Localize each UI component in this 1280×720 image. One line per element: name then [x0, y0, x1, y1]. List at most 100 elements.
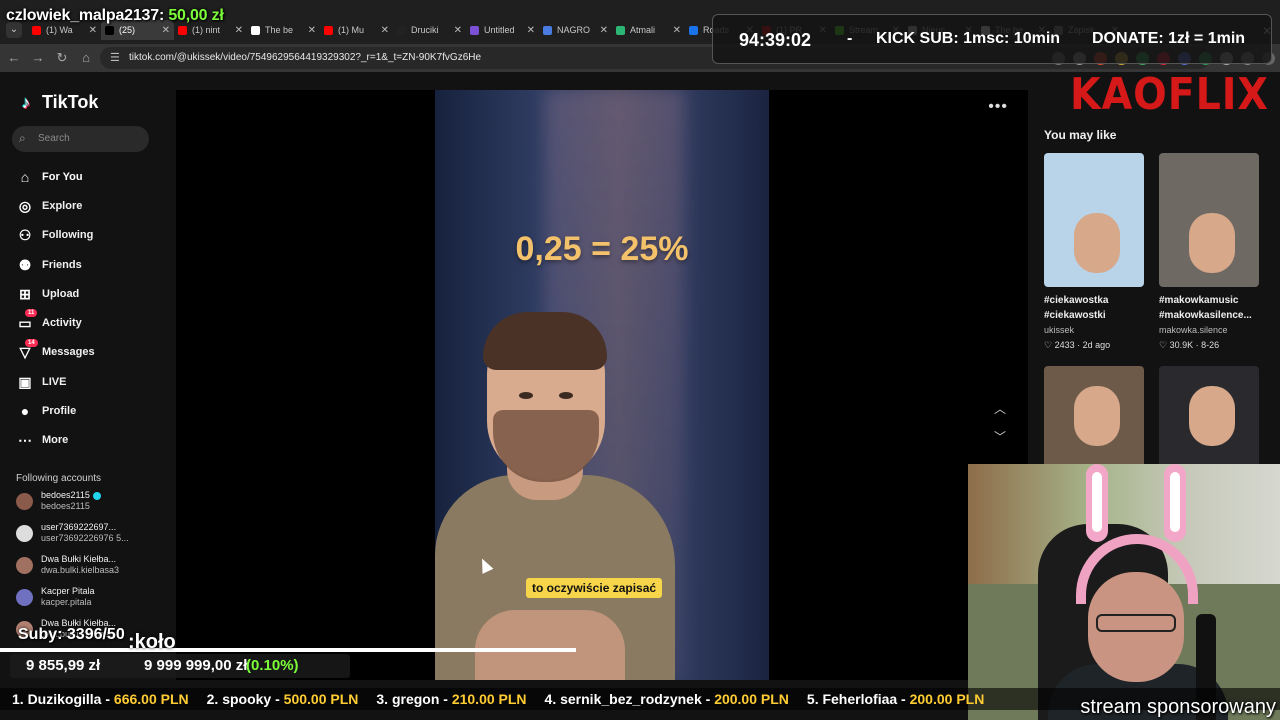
tab-label: (1) nint	[192, 25, 221, 35]
ticker-donor: 2. spooky -	[206, 691, 284, 707]
sidebar: ♪ TikTok ⌕ Search ⌂ For You ◎ Explore ⚇ Follo…	[0, 72, 176, 720]
ticker-amount: 666.00 PLN	[113, 691, 189, 707]
video-title[interactable]: #makowkamusic #makowkasilence...	[1159, 293, 1259, 323]
browser-tab[interactable]: NAGRO ✕	[539, 20, 612, 40]
tab-close-icon[interactable]: ✕	[527, 25, 535, 36]
tab-close-icon[interactable]: ✕	[600, 25, 608, 36]
kick-sub-info: KICK SUB: 1msc: 10min	[876, 30, 1061, 47]
sidebar-item-friends[interactable]: ⚉ Friends	[16, 250, 95, 279]
video-author[interactable]: ukissek	[1044, 325, 1144, 335]
sidebar-item-following[interactable]: ⚇ Following	[16, 221, 95, 250]
tab-favicon-icon	[470, 25, 479, 35]
live-icon: ▣	[18, 373, 32, 390]
tab-close-icon[interactable]: ✕	[673, 25, 681, 36]
sidebar-item-label: More	[42, 434, 69, 447]
ticker-amount: 200.00 PLN	[714, 691, 789, 707]
tab-close-icon[interactable]: ✕	[89, 25, 97, 36]
donation-goal-percent: (0.10%)	[246, 657, 299, 674]
recommended-video[interactable]: #makowkamusic #makowkasilence... makowka.…	[1159, 153, 1259, 351]
sidebar-item-label: Friends	[42, 258, 82, 271]
account-name-text: bedoes2115	[41, 490, 90, 500]
sidebar-item-for-you[interactable]: ⌂ For You	[16, 162, 95, 191]
video-caption: to oczywiście zapisać	[526, 578, 663, 598]
browser-tab[interactable]: Druciki ✕	[393, 20, 466, 40]
account-text: Dwa Bułki Kiełba... dwa.bulki.kielbasa3	[41, 554, 119, 576]
account-name: bedoes2115	[41, 490, 101, 501]
notification-badge: 14	[25, 338, 38, 347]
video-title[interactable]: #ciekawostka #ciekawostki	[1044, 293, 1144, 323]
tab-label: (25)	[119, 25, 136, 35]
thumbnail-face	[1189, 213, 1235, 273]
browser-tab[interactable]: The be ✕	[247, 20, 320, 40]
sidebar-item-label: Following	[42, 229, 94, 242]
sponsored-label: stream sponsorowany	[1080, 696, 1276, 718]
ticker-amount: 500.00 PLN	[283, 691, 359, 707]
tab-favicon-icon	[543, 25, 552, 35]
account-name: Dwa Bułki Kiełba...	[41, 554, 119, 565]
sidebar-item-label: Messages	[42, 346, 95, 359]
video-player[interactable]: 0,25 = 25% to oczywiście zapisać ••• ︿ ﹀	[176, 90, 1028, 680]
more-icon: ⋯	[18, 432, 32, 449]
sidebar-item-explore[interactable]: ◎ Explore	[16, 191, 95, 220]
streamer-glasses	[1096, 614, 1176, 632]
following-account[interactable]: bedoes2115 bedoes2115	[16, 490, 101, 512]
browser-tab[interactable]: (1) Mu ✕	[320, 20, 393, 40]
sidebar-item-messages[interactable]: ▽ Messages 14	[16, 338, 95, 367]
ticker-entry: 1. Duzikogilla - 666.00 PLN	[12, 691, 189, 707]
tab-label: (1) Mu	[338, 25, 365, 35]
video-author[interactable]: makowka.silence	[1159, 325, 1259, 335]
next-video-icon[interactable]: ﹀	[994, 428, 1006, 445]
account-name: user7369222697...	[41, 522, 129, 533]
forward-icon[interactable]: →	[30, 50, 46, 66]
sidebar-item-activity[interactable]: ▭ Activity 11	[16, 308, 95, 337]
browser-tab[interactable]: Atmali ✕	[612, 20, 685, 40]
video-progress-bar[interactable]	[0, 648, 1280, 652]
site-info-icon[interactable]: ☰	[110, 51, 120, 64]
account-name: Kacper Pitala	[41, 586, 95, 597]
ticker-donor: 3. gregon -	[376, 691, 452, 707]
sidebar-item-more[interactable]: ⋯ More	[16, 426, 95, 455]
video-frame[interactable]: 0,25 = 25% to oczywiście zapisać	[435, 90, 769, 680]
tiktok-wordmark: TikTok	[42, 92, 99, 112]
you-may-like-title: You may like	[1044, 128, 1117, 142]
video-more-options-icon[interactable]: •••	[988, 98, 1008, 116]
home-icon: ⌂	[20, 168, 30, 185]
tab-close-icon[interactable]: ✕	[308, 25, 316, 36]
account-text: Kacper Pitala kacper.pitala	[41, 586, 95, 608]
tab-close-icon[interactable]: ✕	[162, 25, 170, 36]
url-text: tiktok.com/@ukissek/video/75496295644193…	[129, 52, 482, 63]
sidebar-item-profile[interactable]: ● Profile	[16, 396, 95, 425]
sidebar-item-label: LIVE	[42, 375, 67, 388]
donor-amount: 50,00 zł	[168, 7, 224, 24]
previous-video-icon[interactable]: ︿	[994, 400, 1006, 417]
account-name-text: user7369222697...	[41, 522, 117, 532]
home-button-icon[interactable]: ⌂	[78, 50, 94, 66]
sidebar-item-upload[interactable]: ⊞ Upload	[16, 279, 95, 308]
recommended-video[interactable]: #ciekawostka #ciekawostki ukissek ♡ 2433 ·…	[1044, 153, 1144, 351]
reload-icon[interactable]: ↻	[54, 50, 70, 66]
tab-close-icon[interactable]: ✕	[381, 25, 389, 36]
tab-close-icon[interactable]: ✕	[454, 25, 462, 36]
video-thumbnail[interactable]	[1159, 153, 1259, 287]
tab-favicon-icon	[397, 25, 406, 35]
back-icon[interactable]: ←	[6, 50, 22, 66]
video-thumbnail[interactable]	[1044, 153, 1144, 287]
video-stats: ♡ 30.9K · 8-26	[1159, 340, 1220, 350]
browser-tab[interactable]: Untitled ✕	[466, 20, 539, 40]
tab-close-icon[interactable]: ✕	[235, 25, 243, 36]
donate-info: DONATE: 1zł = 1min	[1092, 30, 1246, 47]
kaoflix-logo: KAOFLIX	[1070, 69, 1269, 120]
upload-icon: ⊞	[19, 285, 31, 302]
tab-favicon-icon	[105, 25, 114, 35]
sidebar-item-live[interactable]: ▣ LIVE	[16, 367, 95, 396]
following-account[interactable]: user7369222697... user73692226976 5...	[16, 522, 129, 544]
tiktok-logo[interactable]: ♪ TikTok	[16, 92, 99, 113]
following-account[interactable]: Dwa Bułki Kiełba... dwa.bulki.kielbasa3	[16, 554, 119, 576]
kolo-command: :koło	[128, 631, 176, 653]
donation-total: 9 855,99 zł	[26, 657, 101, 674]
tab-favicon-icon	[324, 25, 333, 35]
following-account[interactable]: Kacper Pitala kacper.pitala	[16, 586, 95, 608]
info-separator: -	[847, 30, 853, 47]
sidebar-item-label: For You	[42, 170, 83, 183]
search-input[interactable]: ⌕ Search	[12, 126, 149, 152]
